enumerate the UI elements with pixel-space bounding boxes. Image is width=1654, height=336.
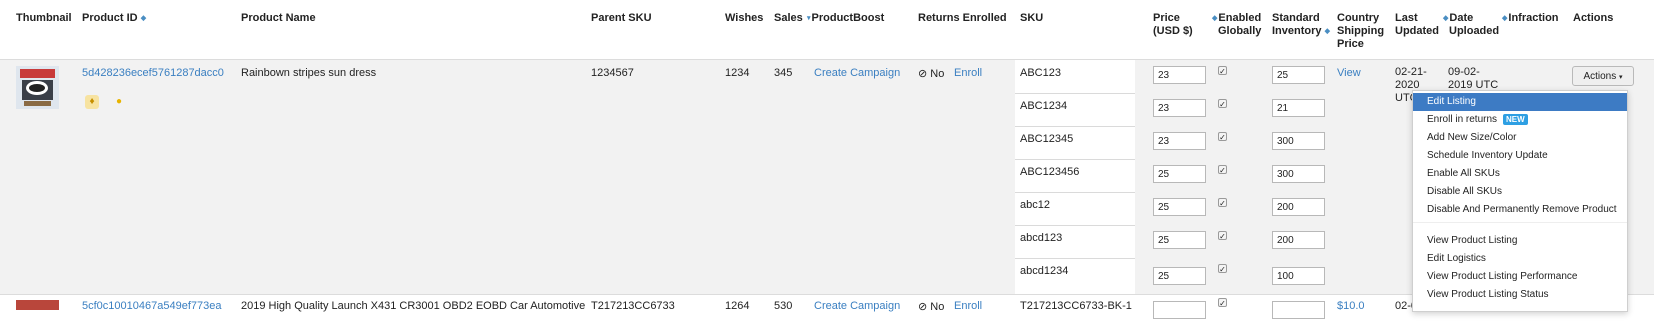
price-input[interactable]: 25 <box>1153 231 1206 249</box>
menu-item-view-listing-status[interactable]: View Product Listing Status <box>1413 286 1627 304</box>
sort-icon[interactable]: ◆ <box>1325 28 1330 35</box>
enroll-link[interactable]: Enroll <box>954 300 982 312</box>
price-input[interactable]: 23 <box>1153 132 1206 150</box>
enabled-checkbox[interactable]: ✓ <box>1218 66 1227 76</box>
lightbulb-icon[interactable]: ♦ <box>85 95 99 109</box>
header-standard-inventory[interactable]: Standard Inventory ◆ <box>1272 12 1331 38</box>
lightbulb-icon[interactable]: ● <box>112 95 126 109</box>
sort-icon[interactable]: ▾ <box>807 15 811 22</box>
new-badge: NEW <box>1503 114 1528 125</box>
header-product-boost[interactable]: ▾ProductBoost <box>807 12 884 25</box>
price-input[interactable]: 25 <box>1153 198 1206 216</box>
sku-value: ABC123456 <box>1020 166 1080 178</box>
menu-item-view-product-listing[interactable]: View Product Listing <box>1413 232 1627 250</box>
price-input[interactable]: 23 <box>1153 66 1206 84</box>
product-thumbnail[interactable] <box>16 66 59 109</box>
header-sku: SKU <box>1020 12 1044 24</box>
enabled-checkbox[interactable]: ✓ <box>1218 165 1227 175</box>
inventory-input[interactable]: 200 <box>1272 198 1325 216</box>
sales-count: 530 <box>774 300 793 312</box>
menu-item-edit-listing[interactable]: Edit Listing <box>1413 93 1627 111</box>
enabled-checkbox[interactable]: ✓ <box>1218 132 1227 142</box>
sort-icon[interactable]: ◆ <box>1443 15 1448 22</box>
header-returns-enrolled: Returns Enrolled <box>918 12 1007 24</box>
header-product-name: Product Name <box>241 12 316 24</box>
menu-item-edit-logistics[interactable]: Edit Logistics <box>1413 250 1627 268</box>
product-name: 2019 High Quality Launch X431 CR3001 OBD… <box>241 300 586 312</box>
enabled-checkbox[interactable]: ✓ <box>1218 99 1227 109</box>
sort-icon[interactable]: ◆ <box>141 15 146 22</box>
product-thumbnail[interactable] <box>16 300 59 310</box>
price-input[interactable] <box>1153 301 1206 319</box>
inventory-input[interactable] <box>1272 301 1325 319</box>
country-shipping-price-link[interactable]: $10.0 <box>1337 300 1365 312</box>
create-campaign-link[interactable]: Create Campaign <box>814 300 900 312</box>
parent-sku: T217213CC6733 <box>591 300 675 312</box>
no-entry-icon: ⊘ <box>918 68 928 80</box>
country-shipping-view-link[interactable]: View <box>1337 67 1361 79</box>
create-campaign-link[interactable]: Create Campaign <box>814 67 900 79</box>
header-wishes: Wishes <box>725 12 764 24</box>
table-row: 5cf0c10010467a549ef773ea 2019 High Quali… <box>0 295 1654 336</box>
returns-status: ⊘ No <box>918 68 945 80</box>
menu-item-add-new-size-color[interactable]: Add New Size/Color <box>1413 129 1627 147</box>
enabled-checkbox[interactable]: ✓ <box>1218 198 1227 208</box>
enabled-checkbox[interactable]: ✓ <box>1218 298 1227 308</box>
header-country-shipping-price: Country Shipping Price <box>1337 12 1385 50</box>
actions-dropdown-menu: Edit Listing Enroll in returns NEW Add Ne… <box>1412 90 1628 312</box>
wishes-count: 1234 <box>725 67 750 79</box>
header-thumbnail: Thumbnail <box>16 12 72 24</box>
header-sales: Sales <box>774 12 803 24</box>
header-price: Price (USD $) <box>1153 12 1193 37</box>
header-parent-sku: Parent SKU <box>591 12 652 24</box>
enabled-checkbox[interactable]: ✓ <box>1218 264 1227 274</box>
inventory-input[interactable]: 100 <box>1272 267 1325 285</box>
no-entry-icon: ⊘ <box>918 301 928 313</box>
menu-item-view-listing-performance[interactable]: View Product Listing Performance <box>1413 268 1627 286</box>
header-infraction[interactable]: ◆Infraction <box>1502 12 1559 25</box>
price-input[interactable]: 23 <box>1153 99 1206 117</box>
sort-icon[interactable]: ◆ <box>1502 15 1507 22</box>
header-enabled-globally[interactable]: ◆Enabled Globally <box>1212 12 1261 38</box>
sku-value: abc12 <box>1020 199 1050 211</box>
sort-icon[interactable]: ◆ <box>1212 15 1217 22</box>
menu-divider <box>1413 222 1627 223</box>
menu-item-enroll-in-returns[interactable]: Enroll in returns NEW <box>1413 111 1627 129</box>
actions-dropdown-button[interactable]: Actions ▾ <box>1572 66 1634 86</box>
header-date-uploaded[interactable]: ◆Date Uploaded <box>1443 12 1499 38</box>
menu-item-schedule-inventory-update[interactable]: Schedule Inventory Update <box>1413 147 1627 165</box>
sku-value: ABC1234 <box>1020 100 1068 112</box>
wishes-count: 1264 <box>725 300 750 312</box>
sku-value: ABC123 <box>1020 67 1061 79</box>
sku-value: abcd1234 <box>1020 265 1069 277</box>
sales-count: 345 <box>774 67 793 79</box>
sku-value: ABC12345 <box>1020 133 1074 145</box>
caret-down-icon: ▾ <box>1619 74 1623 81</box>
inventory-input[interactable]: 25 <box>1272 66 1325 84</box>
inventory-input[interactable]: 300 <box>1272 165 1325 183</box>
enroll-link[interactable]: Enroll <box>954 67 982 79</box>
date-uploaded: 09-02- 2019 UTC <box>1448 66 1499 91</box>
menu-item-disable-all-skus[interactable]: Disable All SKUs <box>1413 183 1627 201</box>
inventory-input[interactable]: 300 <box>1272 132 1325 150</box>
inventory-input[interactable]: 21 <box>1272 99 1325 117</box>
product-id-link[interactable]: 5d428236ecef5761287dacc0 <box>82 67 224 79</box>
inventory-input[interactable]: 200 <box>1272 231 1325 249</box>
sku-value: abcd123 <box>1020 232 1063 244</box>
returns-status: ⊘ No <box>918 301 945 313</box>
product-id-link[interactable]: 5cf0c10010467a549ef773ea <box>82 300 221 312</box>
price-input[interactable]: 25 <box>1153 267 1206 285</box>
product-name: Rainbown stripes sun dress <box>241 67 377 79</box>
header-actions: Actions <box>1573 12 1614 24</box>
menu-item-disable-remove-product[interactable]: Disable And Permanently Remove Product <box>1413 201 1627 219</box>
enabled-checkbox[interactable]: ✓ <box>1218 231 1227 241</box>
parent-sku: 1234567 <box>591 67 634 79</box>
price-input[interactable]: 25 <box>1153 165 1206 183</box>
menu-item-enable-all-skus[interactable]: Enable All SKUs <box>1413 165 1627 183</box>
header-last-updated: Last Updated <box>1395 12 1439 37</box>
sku-value: T217213CC6733-BK-1 <box>1020 300 1132 312</box>
header-product-id[interactable]: Product ID ◆ <box>82 12 147 25</box>
